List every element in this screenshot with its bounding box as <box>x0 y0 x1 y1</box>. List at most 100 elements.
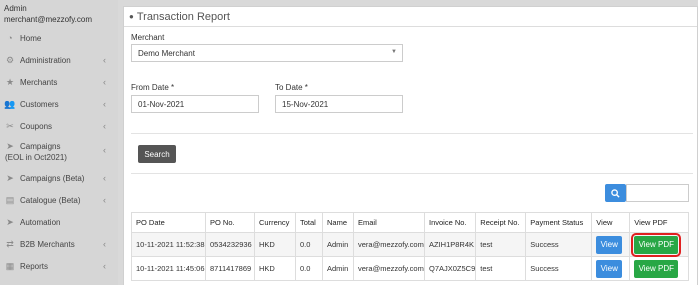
po-date-cell: 10-11-2021 11:52:38 <box>131 232 206 257</box>
from-date-label: From Date * <box>131 83 175 92</box>
col-name[interactable]: Name <box>322 212 354 233</box>
sidebar-item-reports[interactable]: ▦ Reports ‹ <box>0 255 118 277</box>
po-no-cell: 0534232936 <box>205 232 255 257</box>
campaigns-note: (EOL in Oct2021) <box>5 153 67 162</box>
email-cell: vera@mezzofy.com <box>353 232 425 257</box>
email-cell: vera@mezzofy.com <box>353 256 425 281</box>
sidebar-item-merchants[interactable]: ★ Merchants ‹ <box>0 71 118 93</box>
transactions-table: PO Date PO No. Currency Total Name Email… <box>131 212 689 281</box>
transaction-report-panel: ● Transaction Report Merchant Demo Merch… <box>123 6 698 285</box>
sidebar-item-coupons[interactable]: ✂ Coupons ‹ <box>0 115 118 137</box>
merchant-value: Demo Merchant <box>138 48 195 58</box>
col-view-pdf[interactable]: View PDF <box>629 212 689 233</box>
col-invoice-no[interactable]: Invoice No. <box>423 212 477 233</box>
divider <box>131 133 693 134</box>
campaigns-label: Campaigns <box>20 142 61 151</box>
table-row: 10-11-2021 11:45:06 8711417869 HKD 0.0 A… <box>131 256 689 281</box>
currency-cell: HKD <box>254 232 296 257</box>
sidebar-item-automation[interactable]: ➤ Automation <box>0 211 118 233</box>
sidebar-item-b2b-merchants[interactable]: ⇄ B2B Merchants ‹ <box>0 233 118 255</box>
sidebar-item-catalogue-beta[interactable]: ▤ Catalogue (Beta) ‹ <box>0 189 118 211</box>
report-icon: ▦ <box>5 260 15 271</box>
search-icon <box>611 188 620 198</box>
user-info: Admin merchant@mezzofy.com <box>0 0 118 25</box>
search-button[interactable]: Search <box>138 145 176 163</box>
col-email[interactable]: Email <box>353 212 425 233</box>
globe-icon: ● <box>129 12 134 21</box>
table-search-input[interactable] <box>626 184 689 202</box>
po-date-cell: 10-11-2021 11:45:06 <box>131 256 206 281</box>
exchange-icon: ⇄ <box>6 238 14 249</box>
merchant-select[interactable]: Demo Merchant ▼ <box>131 44 403 62</box>
sidebar-item-campaigns[interactable]: ➤ Campaigns (EOL in Oct2021) ‹ <box>0 139 118 167</box>
view-cell: View <box>591 256 631 281</box>
dashboard-icon: ◔ <box>7 33 13 43</box>
sidebar-item-label: Automation <box>20 217 61 227</box>
table-row: 10-11-2021 11:52:38 0534232936 HKD 0.0 A… <box>131 232 689 257</box>
col-payment-status[interactable]: Payment Status <box>525 212 593 233</box>
view-cell: View <box>591 232 631 257</box>
sidebar: Admin merchant@mezzofy.com ◔ Home ⚙ Admi… <box>0 0 118 285</box>
page-title: Transaction Report <box>136 10 230 23</box>
view-button[interactable]: View <box>596 235 623 254</box>
paper-plane-icon: ➤ <box>6 172 14 183</box>
panel-header: ● Transaction Report <box>124 7 697 27</box>
from-date-input[interactable]: 01-Nov-2021 <box>131 95 259 113</box>
table-header-row: PO Date PO No. Currency Total Name Email… <box>131 212 689 233</box>
receipt-cell: test <box>475 232 527 257</box>
invoice-cell: Q7AJX0Z5C9 <box>423 256 477 281</box>
total-cell: 0.0 <box>295 232 323 257</box>
book-icon: ▤ <box>5 194 15 205</box>
chevron-left-icon: ‹ <box>103 77 106 87</box>
sidebar-item-administration[interactable]: ⚙ Administration ‹ <box>0 49 118 71</box>
sidebar-item-label: Home <box>20 33 42 43</box>
col-currency[interactable]: Currency <box>254 212 296 233</box>
dropdown-arrow-icon: ▼ <box>391 49 397 55</box>
total-cell: 0.0 <box>295 256 323 281</box>
view-pdf-cell: View PDF <box>629 232 689 257</box>
view-pdf-button[interactable]: View PDF <box>631 232 682 257</box>
paper-plane-icon: ➤ <box>6 216 14 227</box>
receipt-cell: test <box>475 256 527 281</box>
chevron-left-icon: ‹ <box>103 239 106 249</box>
sidebar-item-home[interactable]: ◔ Home <box>0 27 118 49</box>
col-po-date[interactable]: PO Date <box>131 212 206 233</box>
chevron-left-icon: ‹ <box>103 121 106 131</box>
chevron-left-icon: ‹ <box>103 55 106 65</box>
status-cell: Success <box>525 256 593 281</box>
to-date-label: To Date * <box>275 83 308 92</box>
to-date-value: 15-Nov-2021 <box>282 99 329 109</box>
user-role: Admin <box>4 4 27 13</box>
view-button[interactable]: View <box>596 259 623 278</box>
user-email: merchant@mezzofy.com <box>4 15 92 24</box>
invoice-cell: AZIH1P8R4K <box>423 232 477 257</box>
po-no-cell: 8711417869 <box>205 256 255 281</box>
chevron-left-icon: ‹ <box>103 195 106 205</box>
currency-cell: HKD <box>254 256 296 281</box>
chevron-left-icon: ‹ <box>103 173 106 183</box>
table-search-button[interactable] <box>605 184 626 202</box>
divider <box>131 173 693 174</box>
chevron-left-icon: ‹ <box>103 145 106 155</box>
view-pdf-cell: View PDF <box>629 256 689 281</box>
chevron-left-icon: ‹ <box>103 261 106 271</box>
col-receipt-no[interactable]: Receipt No. <box>475 212 527 233</box>
sidebar-item-campaigns-beta[interactable]: ➤ Campaigns (Beta) ‹ <box>0 167 118 189</box>
merchant-label: Merchant <box>131 33 165 42</box>
status-cell: Success <box>525 232 593 257</box>
col-po-no[interactable]: PO No. <box>205 212 255 233</box>
to-date-input[interactable]: 15-Nov-2021 <box>275 95 403 113</box>
paper-plane-icon: ➤ <box>6 140 14 151</box>
name-cell: Admin <box>322 232 354 257</box>
chevron-left-icon: ‹ <box>103 99 106 109</box>
sidebar-item-customers[interactable]: 👥 Customers ‹ <box>0 93 118 115</box>
col-view[interactable]: View <box>591 212 631 233</box>
tag-icon: ✂ <box>6 120 14 131</box>
gear-icon: ⚙ <box>5 54 15 65</box>
view-pdf-button[interactable]: View PDF <box>634 259 679 278</box>
from-date-value: 01-Nov-2021 <box>138 99 185 109</box>
star-icon: ★ <box>5 76 15 87</box>
col-total[interactable]: Total <box>295 212 323 233</box>
name-cell: Admin <box>322 256 354 281</box>
users-icon: 👥 <box>4 98 16 109</box>
